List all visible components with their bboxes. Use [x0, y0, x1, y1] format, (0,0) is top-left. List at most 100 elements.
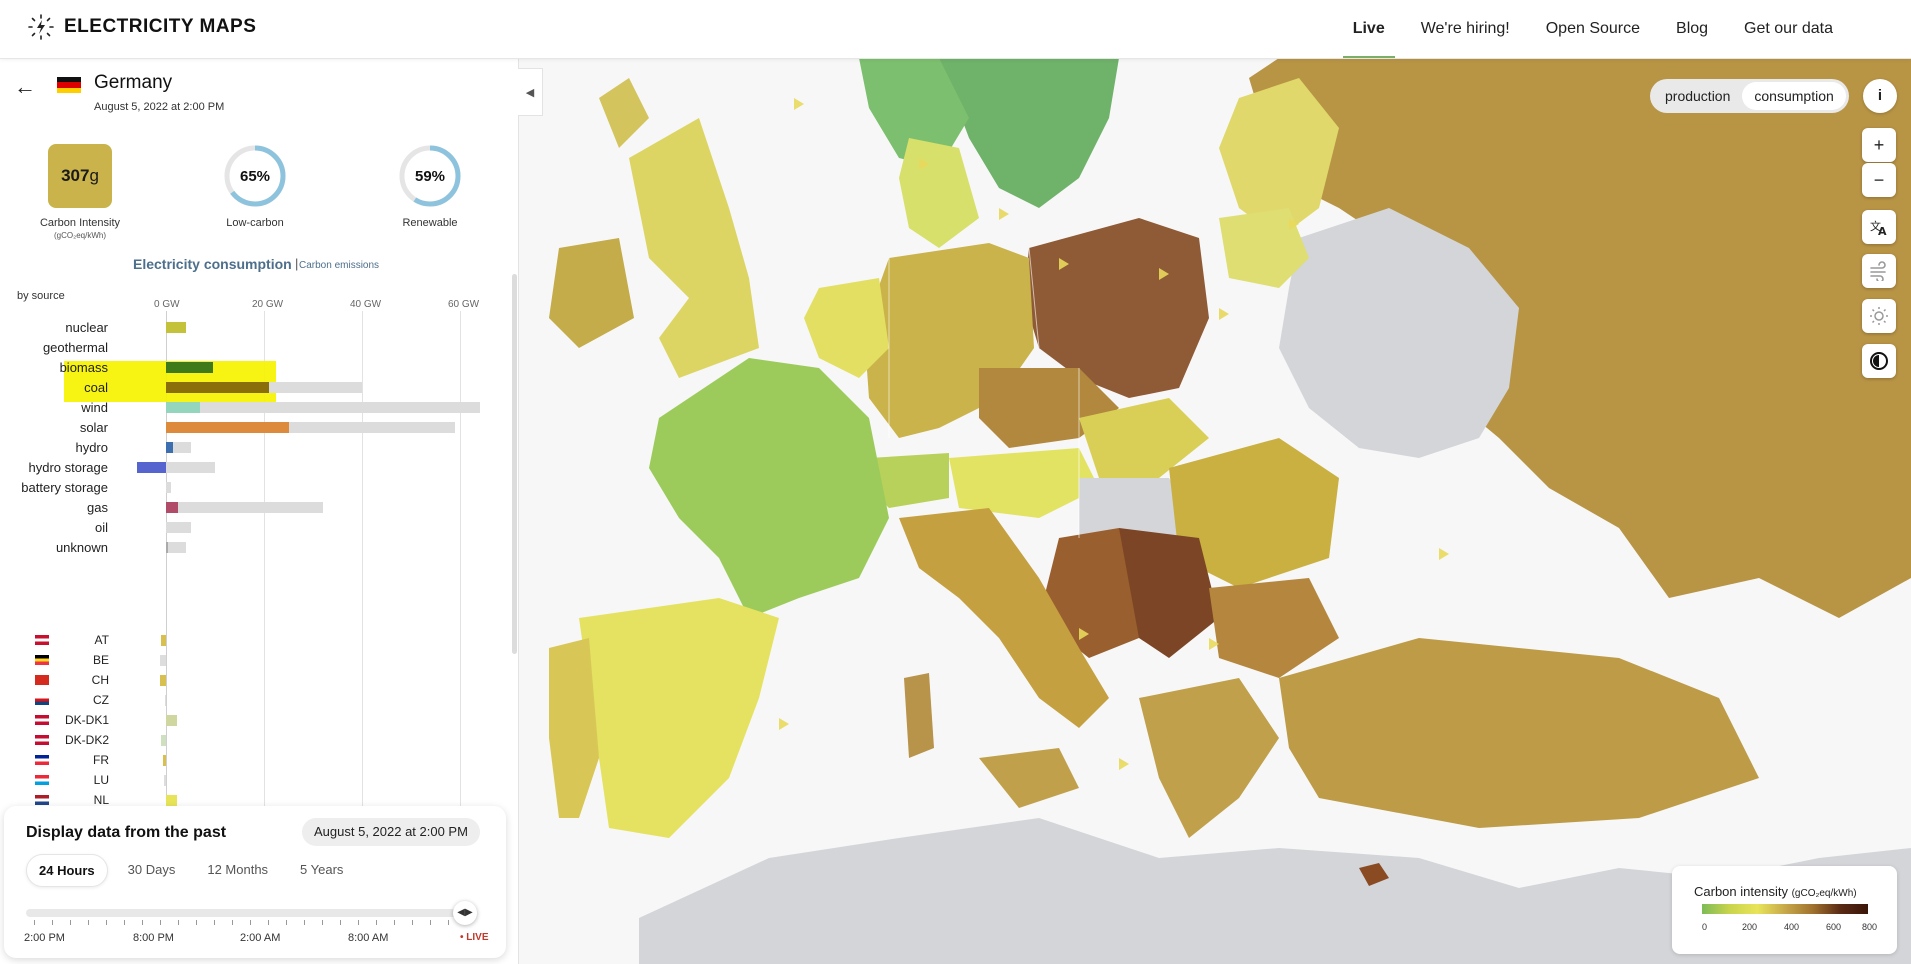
exchange-bar-at[interactable] — [161, 635, 166, 646]
renewable-label: Renewable — [402, 217, 458, 229]
tab-carbon-emissions[interactable]: Carbon emissions — [299, 260, 379, 271]
capacity-bar-gas[interactable] — [166, 502, 323, 513]
exchange-bar-lu[interactable] — [164, 775, 166, 786]
dark-mode-icon[interactable] — [1862, 344, 1896, 378]
nav-blog[interactable]: Blog — [1658, 0, 1726, 58]
exchange-bar-dk-dk1[interactable] — [166, 715, 178, 726]
slider-tick — [304, 920, 305, 925]
exchange-label-lu: LU — [93, 773, 109, 787]
exchange-bar-fr[interactable] — [162, 755, 166, 766]
collapse-panel-button[interactable]: ◀ — [518, 68, 543, 116]
exchange-bar-be[interactable] — [160, 655, 166, 666]
live-indicator[interactable]: • LIVE — [460, 932, 489, 943]
time-slider-ticks — [34, 920, 464, 926]
carbon-intensity-value: 307 — [61, 166, 90, 185]
exchange-bar-nl[interactable] — [166, 795, 178, 806]
production-bar-biomass[interactable] — [166, 362, 213, 373]
renewable-value: 59% — [414, 167, 446, 185]
nav-open-source[interactable]: Open Source — [1528, 0, 1658, 58]
production-bar-coal[interactable] — [166, 382, 269, 393]
production-bar-gas[interactable] — [166, 502, 179, 513]
capacity-bar-battery-storage[interactable] — [166, 482, 171, 493]
production-bar-wind[interactable] — [166, 402, 201, 413]
slider-tick — [124, 920, 125, 925]
time-slider-track[interactable] — [26, 909, 466, 917]
production-bar-unknown[interactable] — [166, 542, 169, 553]
exchange-bar-cz[interactable] — [164, 695, 166, 706]
zoom-in-button[interactable]: + — [1862, 128, 1896, 162]
time-controller-title: Display data from the past — [26, 824, 227, 841]
slider-tick — [358, 920, 359, 925]
flag-dk-dk2-icon — [35, 735, 49, 745]
zoom-out-button[interactable]: − — [1862, 163, 1896, 197]
flag-cz-icon — [35, 695, 49, 705]
source-label-oil: oil — [94, 520, 108, 535]
axis-tick-label: 0 GW — [154, 299, 180, 310]
app-logo[interactable]: ELECTRICITY MAPS — [28, 14, 256, 40]
exchange-bar-dk-dk2[interactable] — [161, 735, 166, 746]
gridline — [460, 311, 461, 877]
exchange-label-fr: FR — [93, 753, 109, 767]
production-consumption-toggle[interactable]: production consumption — [1650, 79, 1849, 113]
main-nav: Live We're hiring! Open Source Blog Get … — [1335, 0, 1851, 58]
range-tab-24h[interactable]: 24 Hours — [26, 854, 108, 887]
range-tab-30d[interactable]: 30 Days — [116, 854, 188, 887]
zone-name: Germany — [94, 72, 173, 93]
time-axis-label: 8:00 PM — [133, 932, 174, 944]
selected-datetime: August 5, 2022 at 2:00 PM — [302, 818, 480, 846]
flag-be-icon — [35, 655, 49, 665]
capacity-bar-oil[interactable] — [166, 522, 191, 533]
translate-icon[interactable]: 文A — [1862, 210, 1896, 244]
axis-tick-label: 60 GW — [448, 299, 480, 310]
tab-electricity-consumption[interactable]: Electricity consumption — [133, 256, 292, 272]
carbon-intensity-legend: Carbon intensity (gCO₂eq/kWh) 0 200 400 … — [1672, 866, 1897, 954]
top-navigation-bar: ELECTRICITY MAPS Live We're hiring! Open… — [0, 0, 1911, 59]
wind-glyph-icon — [1870, 261, 1886, 281]
region-sardinia[interactable] — [904, 673, 934, 758]
exchange-label-cz: CZ — [93, 693, 109, 707]
range-tab-12m[interactable]: 12 Months — [195, 854, 280, 887]
exchange-bar-ch[interactable] — [160, 675, 166, 686]
legend-tick: 400 — [1784, 922, 1800, 932]
slider-tick — [34, 920, 35, 925]
nav-get-data[interactable]: Get our data — [1726, 0, 1851, 58]
svg-text:A: A — [1878, 225, 1887, 237]
production-bar-solar[interactable] — [166, 422, 289, 433]
capacity-bar-wind[interactable] — [166, 402, 480, 413]
nav-hiring[interactable]: We're hiring! — [1403, 0, 1528, 58]
slider-tick — [70, 920, 71, 925]
production-bar-hydro[interactable] — [166, 442, 174, 453]
slider-tick — [376, 920, 377, 925]
wind-icon[interactable] — [1862, 254, 1896, 288]
exchange-label-be: BE — [92, 653, 109, 667]
flag-lu-icon — [35, 775, 49, 785]
capacity-bar-hydro-storage[interactable] — [166, 462, 215, 473]
info-button[interactable]: i — [1863, 79, 1897, 113]
nav-live[interactable]: Live — [1335, 0, 1403, 58]
app-title: ELECTRICITY MAPS — [64, 16, 257, 37]
europe-map[interactable] — [519, 58, 1911, 964]
exchange-label-nl: NL — [93, 793, 109, 807]
panel-scrollbar[interactable] — [512, 274, 517, 654]
source-label-biomass: biomass — [59, 360, 108, 375]
back-arrow-icon[interactable]: ← — [14, 74, 36, 100]
slider-tick — [52, 920, 53, 925]
production-bar-hydro-storage[interactable] — [136, 462, 166, 473]
carbon-intensity-map[interactable] — [519, 58, 1911, 964]
exchange-label-dk-dk1: DK-DK1 — [64, 713, 109, 727]
slider-tick — [232, 920, 233, 925]
range-tab-5y[interactable]: 5 Years — [288, 854, 355, 887]
time-axis-label: 2:00 PM — [24, 932, 65, 944]
slider-tick — [142, 920, 143, 925]
toggle-production[interactable]: production — [1653, 82, 1742, 110]
flag-germany-icon — [57, 77, 81, 93]
sun-icon[interactable] — [1862, 299, 1896, 333]
production-bar-nuclear[interactable] — [166, 322, 186, 333]
source-label-battery-storage: battery storage — [21, 480, 108, 495]
capacity-bar-unknown[interactable] — [166, 542, 186, 553]
toggle-consumption[interactable]: consumption — [1742, 82, 1846, 110]
gridline — [362, 311, 363, 877]
legend-tick: 600 — [1826, 922, 1842, 932]
time-axis-label: 2:00 AM — [240, 932, 281, 944]
source-label-geothermal: geothermal — [42, 340, 108, 355]
